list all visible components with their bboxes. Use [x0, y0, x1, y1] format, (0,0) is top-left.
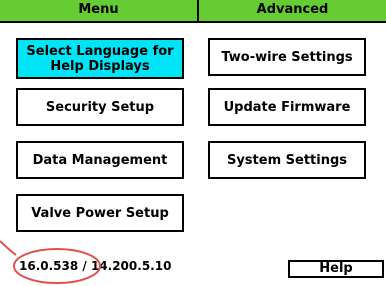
pointer-arrow	[0, 240, 17, 256]
security-setup-button[interactable]: Security Setup	[16, 88, 184, 126]
select-language-button[interactable]: Select Language for Help Displays	[16, 38, 184, 79]
data-management-button[interactable]: Data Management	[16, 141, 184, 179]
two-wire-settings-button[interactable]: Two-wire Settings	[208, 38, 366, 76]
update-firmware-button[interactable]: Update Firmware	[208, 88, 366, 126]
system-settings-button[interactable]: System Settings	[208, 141, 366, 179]
tab-advanced[interactable]: Advanced	[199, 0, 386, 21]
tab-bar: Menu Advanced	[0, 0, 386, 23]
tab-menu[interactable]: Menu	[0, 0, 199, 21]
version-text: 16.0.538 / 14.200.5.10	[19, 259, 172, 273]
help-button[interactable]: Help	[288, 260, 384, 278]
valve-power-setup-button[interactable]: Valve Power Setup	[16, 194, 184, 232]
